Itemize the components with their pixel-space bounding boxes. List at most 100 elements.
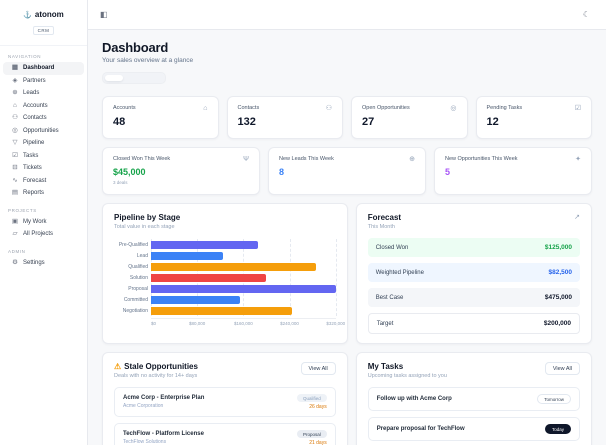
stale-view-all-button[interactable]: View All (300, 362, 336, 375)
stat-label: Contacts (237, 105, 260, 111)
weekly-stat-value: 5 (445, 167, 451, 177)
stat-card: Contacts ⚇ 132 (226, 96, 343, 139)
forecast-row: Target $200,000 (367, 313, 580, 334)
main-content: Dashboard Your sales overview at a glanc… (88, 30, 606, 445)
tasks-view-all-button[interactable]: View All (544, 362, 580, 375)
page-title: Dashboard (102, 40, 169, 55)
sparkles-icon: ✦ (575, 156, 581, 163)
sidebar-item-label: Accounts (23, 102, 48, 109)
sidebar-item-pipeline[interactable]: ▽ Pipeline (3, 137, 84, 150)
sidebar-item-label: Pipeline (23, 140, 45, 147)
pipeline-icon: ▽ (12, 139, 18, 146)
chart-category-label: Lead (136, 252, 148, 259)
pipeline-bar-committed (151, 295, 241, 304)
weekly-stat-label: New Opportunities This Week (445, 156, 518, 162)
tab-marketing[interactable] (145, 75, 163, 81)
brand-logo: ⚓ atonom CRM (0, 0, 87, 46)
pipeline-bar-pre-qualified (151, 240, 258, 249)
lists-row: ⚠ Stale Opportunities Deals with no acti… (102, 352, 592, 445)
tab-company-metrics[interactable] (125, 75, 143, 81)
opportunity-title: TechFlow - Platform License (123, 431, 204, 437)
sidebar-toggle-button[interactable]: ◧ (98, 9, 110, 21)
weekly-stat-label: Closed Won This Week (113, 156, 171, 162)
sidebar-item-opportunities[interactable]: ◎ Opportunities (3, 125, 84, 138)
pipeline-bar-qualified (151, 262, 316, 271)
sidebar-item-tickets[interactable]: ⊟ Tickets (3, 162, 84, 175)
sidebar-item-label: Leads (23, 90, 40, 97)
weekly-stat-sub: 3 deals (113, 180, 128, 185)
stat-label: Pending Tasks (486, 105, 523, 111)
pipeline-bar-proposal (151, 284, 336, 293)
sidebar-item-partners[interactable]: ◈ Partners (3, 75, 84, 88)
my-work-icon: ▣ (11, 217, 19, 225)
chart-category-label: Negotiation (122, 307, 148, 314)
forecast-subtitle: This Month (367, 224, 395, 230)
sidebar-item-label: Reports (23, 190, 45, 197)
stale-opportunities-subtitle: Deals with no activity for 14+ days (114, 373, 198, 379)
task-title: Follow up with Acme Corp (376, 396, 452, 402)
chart-category-label: Proposal (128, 285, 148, 292)
sidebar-item-contacts[interactable]: ⚇ Contacts (3, 112, 84, 125)
sidebar-item-label: Tasks (23, 152, 39, 159)
stat-card: Accounts ⌂ 48 (102, 96, 219, 139)
sidebar-nav: Navigation ▦ Dashboard ◈ Partners ⊕ Lead… (0, 46, 87, 269)
stale-opportunities-list: Acme Corp - Enterprise Plan Acme Corpora… (114, 387, 336, 445)
sidebar-item-forecast[interactable]: ∿ Forecast (3, 175, 84, 188)
stat-label: Open Opportunities (362, 105, 410, 111)
stat-label: Accounts (113, 105, 136, 111)
chart-plot-area (151, 239, 337, 316)
stat-value: 27 (362, 116, 375, 128)
charts-row: Pipeline by Stage Total value in each st… (102, 203, 592, 344)
weekly-stat-card: New Opportunities This Week ✦ 5 (434, 147, 592, 195)
chart-y-axis-labels: Pre-Qualified Lead Qualified Solution Propos… (114, 239, 151, 316)
stale-opportunities-title: Stale Opportunities (124, 362, 198, 371)
days-stale-label: 21 days (309, 440, 327, 445)
sidebar-item-my-work[interactable]: ▣ My Work (3, 216, 84, 229)
trending-up-icon: ↗ (574, 214, 580, 221)
page-subtitle: Your sales overview at a glance (102, 57, 194, 64)
sidebar-item-reports[interactable]: ▤ Reports (3, 187, 84, 200)
weekly-stat-value: 8 (279, 167, 285, 177)
brand-tag: CRM (32, 26, 55, 35)
sidebar-section-label: Projects (8, 207, 37, 213)
forecast-row-label: Weighted Pipeline (375, 269, 424, 276)
forecast-row: Weighted Pipeline $82,500 (367, 263, 580, 282)
leads-icon: ⊕ (12, 89, 18, 96)
stat-cards-row: Accounts ⌂ 48 Contacts ⚇ 132 Open Opport… (102, 96, 592, 139)
opportunity-title: Acme Corp - Enterprise Plan (123, 395, 205, 401)
task-row[interactable]: Prepare proposal for TechFlow Today (367, 417, 580, 441)
stale-opportunity-row[interactable]: TechFlow - Platform License TechFlow Sol… (114, 423, 336, 445)
forecast-icon: ∿ (12, 176, 18, 184)
chart-category-label: Committed (123, 296, 148, 303)
chart-x-tick: $320,000 (326, 321, 346, 326)
chart-x-tick: $160,000 (233, 321, 253, 326)
tab-home[interactable] (105, 75, 123, 81)
stale-opportunity-row[interactable]: Acme Corp - Enterprise Plan Acme Corpora… (114, 387, 336, 417)
sidebar-item-all-projects[interactable]: ▱ All Projects (3, 228, 84, 241)
sidebar-item-tasks[interactable]: ☑ Tasks (3, 150, 84, 163)
trophy-icon: Ψ (243, 156, 249, 163)
forecast-row-label: Best Case (375, 294, 404, 301)
sidebar-item-label: Contacts (23, 115, 47, 122)
task-row[interactable]: Follow up with Acme Corp Tomorrow (367, 387, 580, 411)
sidebar-section-label: Navigation (8, 54, 42, 59)
stat-value: 132 (237, 116, 256, 128)
sidebar-item-dashboard[interactable]: ▦ Dashboard (3, 62, 84, 75)
stale-opportunities-card: ⚠ Stale Opportunities Deals with no acti… (102, 352, 348, 445)
building-icon: ⌂ (203, 105, 208, 112)
anchor-icon: ⚓ (23, 11, 32, 19)
forecast-row-value: $475,000 (544, 294, 572, 301)
weekly-cards-row: Closed Won This Week Ψ $45,000 3 deals N… (102, 147, 592, 195)
weekly-stat-card: Closed Won This Week Ψ $45,000 3 deals (102, 147, 260, 195)
moon-icon: ☾ (582, 9, 590, 19)
dashboard-icon: ▦ (11, 64, 19, 71)
theme-toggle-button[interactable]: ☾ (581, 9, 592, 21)
forecast-row: Best Case $475,000 (367, 288, 580, 307)
sidebar-item-accounts[interactable]: ⌂ Accounts (3, 100, 84, 113)
sidebar-item-leads[interactable]: ⊕ Leads (3, 87, 84, 100)
sidebar-item-settings[interactable]: ⚙ Settings (3, 257, 84, 270)
sidebar-item-label: Forecast (23, 177, 47, 184)
brand-name: atonom (34, 10, 64, 19)
chart-x-axis: $0 $80,000 $160,000 $240,000 $320,000 (151, 318, 345, 326)
partners-icon: ◈ (12, 76, 18, 84)
